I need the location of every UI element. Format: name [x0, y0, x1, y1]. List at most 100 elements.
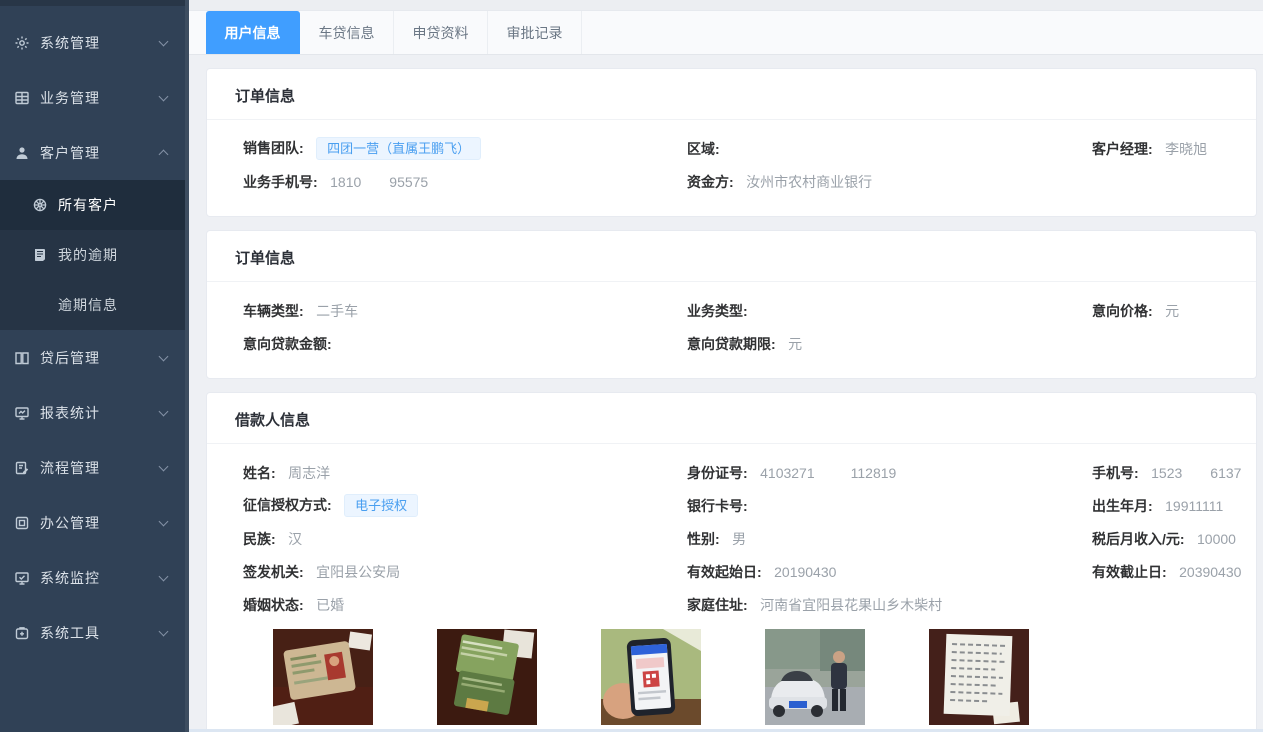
person-car-photo[interactable] [765, 629, 865, 725]
tab-label: 申贷资料 [413, 23, 469, 43]
field-label: 客户经理: [1092, 141, 1153, 157]
field-label: 车辆类型: [243, 303, 304, 319]
field-label: 意向价格: [1092, 303, 1153, 319]
sidebar-item-my-overdue[interactable]: 我的逾期 [0, 230, 189, 280]
field-label: 意向贷款金额: [243, 336, 332, 352]
field-value: 宜阳县公安局 [316, 564, 400, 580]
sidebar-item-office-management[interactable]: 办公管理 [0, 495, 189, 550]
photo-item: 其他材料 [929, 629, 1029, 732]
sidebar-item-system-tools[interactable]: 系统工具 [0, 605, 189, 660]
credit-auth-photo[interactable] [601, 629, 701, 725]
app-window: 系统管理 业务管理 客户管理 所有客户 [0, 0, 1263, 732]
sidebar-item-label: 贷后管理 [40, 348, 160, 368]
sidebar-item-label: 业务管理 [40, 88, 160, 108]
field-value: 二手车 [316, 303, 358, 319]
chevron-down-icon [159, 91, 169, 101]
monitor-check-icon [14, 570, 30, 586]
sidebar-item-overdue-info[interactable]: 逾期信息 [0, 280, 189, 330]
field-value: 李晓旭 [1165, 141, 1207, 157]
sidebar-item-label: 系统工具 [40, 623, 160, 643]
sidebar-item-label: 逾期信息 [58, 295, 175, 315]
sidebar-item-label: 办公管理 [40, 513, 160, 533]
chevron-down-icon [159, 626, 169, 636]
field-value: 周志洋 [288, 465, 330, 481]
other-doc-photo[interactable] [929, 629, 1029, 725]
wheel-icon [32, 197, 48, 213]
tab-approval-records[interactable]: 审批记录 [488, 11, 582, 54]
sidebar-item-report-statistics[interactable]: 报表统计 [0, 385, 189, 440]
card-title: 借款人信息 [207, 393, 1256, 444]
id-card-photo[interactable] [273, 629, 373, 725]
photo-item: 驾驶证副页 [437, 629, 537, 732]
field-label: 签发机关: [243, 564, 304, 580]
sidebar-item-customer-management[interactable]: 客户管理 [0, 125, 189, 180]
field-label: 有效起始日: [687, 564, 762, 580]
tab-label: 用户信息 [225, 23, 281, 43]
sales-team-tag[interactable]: 四团一营（直属王鹏飞） [316, 137, 481, 161]
photo-item: 征信授权 [601, 629, 701, 732]
field-value: 20190430 [774, 564, 836, 580]
field-value: 河南省宜阳县花果山乡木柴村 [760, 597, 942, 613]
field-value: 汝州市农村商业银行 [746, 174, 872, 190]
field-label: 业务类型: [687, 303, 748, 319]
sidebar-item-label: 系统管理 [40, 33, 160, 53]
field-label: 出生年月: [1092, 498, 1153, 514]
tab-car-loan-info[interactable]: 车贷信息 [300, 11, 394, 54]
field-label: 征信授权方式: [243, 497, 332, 513]
card-title: 订单信息 [207, 231, 1256, 282]
field-label: 家庭住址: [687, 597, 748, 613]
chevron-down-icon [159, 516, 169, 526]
field-label: 税后月收入/元: [1092, 531, 1185, 547]
sidebar-item-workflow-management[interactable]: 流程管理 [0, 440, 189, 495]
sidebar-item-label: 系统监控 [40, 568, 160, 588]
sidebar-item-label: 所有客户 [58, 195, 175, 215]
detail-tabs: 用户信息 车贷信息 申贷资料 审批记录 [189, 10, 1263, 55]
book-icon [14, 350, 30, 366]
field-value: 元 [788, 336, 802, 352]
card-title: 订单信息 [207, 69, 1256, 120]
monitor-icon [14, 405, 30, 421]
redaction-patch [1182, 468, 1210, 480]
license-photo[interactable] [437, 629, 537, 725]
sidebar-item-business-management[interactable]: 业务管理 [0, 70, 189, 125]
tab-label: 车贷信息 [319, 23, 375, 43]
tab-loan-application-docs[interactable]: 申贷资料 [394, 11, 488, 54]
redaction-patch [815, 468, 851, 480]
sidebar-item-label: 客户管理 [40, 143, 160, 163]
field-value: 15236137 [1151, 465, 1241, 481]
sidebar-item-all-customers[interactable]: 所有客户 [0, 180, 189, 230]
field-label: 区域: [687, 141, 720, 157]
borrower-info-card: 借款人信息 姓名: 周志洋 身份证号: 4103271112819 手机号: [206, 392, 1257, 732]
field-value: 181095575 [330, 174, 428, 190]
photo-item: 身份证 [273, 629, 373, 732]
toolbox-icon [14, 625, 30, 641]
sidebar-item-label: 流程管理 [40, 458, 160, 478]
content-scroll-area[interactable]: 订单信息 销售团队: 四团一营（直属王鹏飞） 区域: 客户经理: [189, 55, 1263, 732]
field-value: 10000 [1197, 531, 1236, 547]
field-label: 资金方: [687, 174, 734, 190]
field-label: 银行卡号: [687, 498, 748, 514]
grid-icon [14, 90, 30, 106]
field-label: 婚姻状态: [243, 597, 304, 613]
field-value: 4103271112819 [760, 465, 896, 481]
main-area: 用户信息 车贷信息 申贷资料 审批记录 订单信息 销售团队: 四团一营（直属王鹏… [189, 0, 1263, 732]
field-label: 民族: [243, 531, 276, 547]
chevron-up-icon [159, 150, 169, 160]
chevron-down-icon [159, 571, 169, 581]
field-value: 汉 [288, 531, 302, 547]
sidebar-item-system-management[interactable]: 系统管理 [0, 15, 189, 70]
field-value: 男 [732, 531, 746, 547]
office-icon [14, 515, 30, 531]
sidebar-item-label: 我的逾期 [58, 245, 175, 265]
tab-user-info[interactable]: 用户信息 [206, 11, 300, 54]
sidebar-submenu-customer: 所有客户 我的逾期 逾期信息 [0, 180, 189, 330]
field-label: 意向贷款期限: [687, 336, 776, 352]
chevron-down-icon [159, 406, 169, 416]
top-gap [189, 0, 1263, 10]
sidebar-item-system-monitor[interactable]: 系统监控 [0, 550, 189, 605]
credit-auth-tag: 电子授权 [344, 494, 418, 518]
sidebar-item-postloan-management[interactable]: 贷后管理 [0, 330, 189, 385]
chevron-down-icon [159, 351, 169, 361]
user-icon [14, 145, 30, 161]
photo-item: 人车照 [765, 629, 865, 732]
